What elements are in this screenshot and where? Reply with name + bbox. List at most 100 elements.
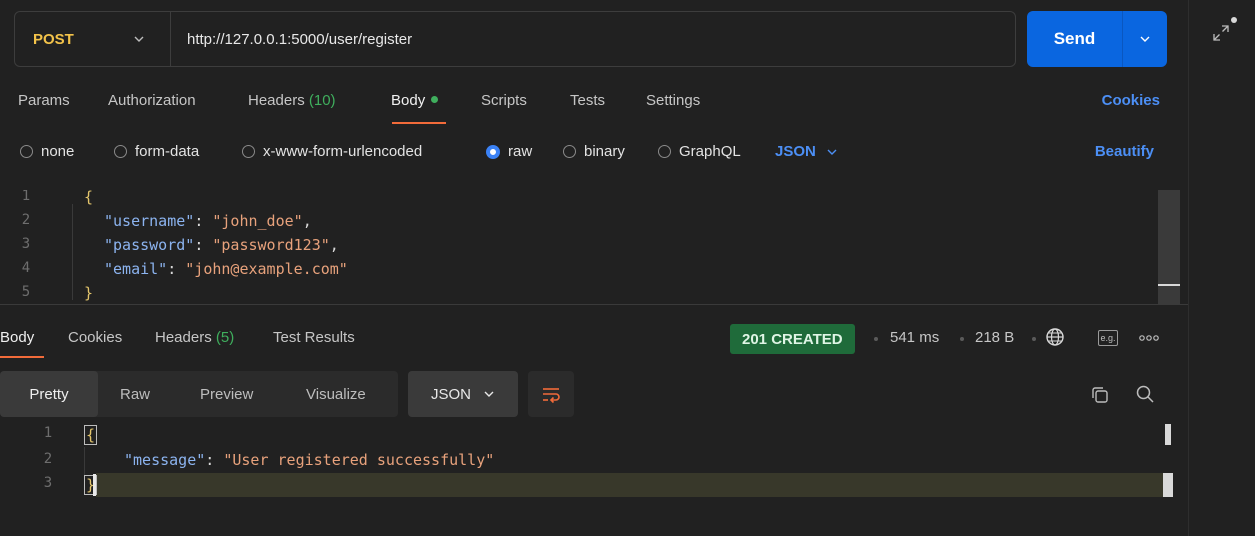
url-bar: POST <box>14 11 1016 67</box>
code-line: 1 { <box>0 423 1158 447</box>
request-body-editor[interactable]: 1 { 2 "username": "john_doe", 3 "passwor… <box>0 190 1188 304</box>
response-tab-test-results[interactable]: Test Results <box>273 329 355 346</box>
tab-tests[interactable]: Tests <box>570 92 605 109</box>
separator-dot <box>1032 337 1036 341</box>
code-line: 1 { <box>0 190 1158 210</box>
view-mode-group: Pretty Raw Preview Visualize <box>0 371 398 417</box>
tab-settings[interactable]: Settings <box>646 92 700 109</box>
pane-divider[interactable] <box>0 304 1188 305</box>
radio-raw[interactable]: raw <box>486 143 532 160</box>
notification-dot <box>1231 17 1237 23</box>
request-pane: POST Send Params Authorization Headers (… <box>0 0 1188 536</box>
status-badge[interactable]: 201 CREATED <box>730 324 855 354</box>
radio-circle <box>20 145 33 158</box>
method-label: POST <box>33 30 74 48</box>
separator-dot <box>960 337 964 341</box>
radio-circle <box>563 145 576 158</box>
response-size[interactable]: 218 B <box>975 329 1014 346</box>
response-tab-cookies[interactable]: Cookies <box>68 329 122 346</box>
send-button[interactable]: Send <box>1027 11 1123 67</box>
globe-icon[interactable] <box>1045 327 1065 347</box>
right-sidebar <box>1188 0 1255 536</box>
more-options-icon[interactable] <box>1138 332 1160 344</box>
json-value: "john@example.com" <box>185 260 348 278</box>
chevron-down-icon <box>134 36 144 42</box>
line-number: 5 <box>21 284 31 300</box>
wrap-lines-icon <box>543 388 560 404</box>
tab-headers[interactable]: Headers (10) <box>248 92 336 109</box>
radio-circle <box>658 145 671 158</box>
copy-icon[interactable] <box>1090 385 1110 405</box>
expand-icon[interactable] <box>1212 24 1230 42</box>
response-toolbar: Pretty Raw Preview Visualize JSON <box>0 371 1188 417</box>
radio-none[interactable]: none <box>20 143 74 160</box>
line-number: 2 <box>43 451 53 467</box>
json-key: "username" <box>104 212 195 230</box>
cookies-link[interactable]: Cookies <box>1102 92 1160 109</box>
code-line: 2 "username": "john_doe", <box>0 210 1158 234</box>
radio-circle <box>242 145 255 158</box>
chevron-down-icon <box>1140 36 1150 42</box>
body-language-label: JSON <box>775 143 816 160</box>
view-preview-button[interactable]: Preview <box>200 371 253 417</box>
tab-authorization[interactable]: Authorization <box>108 92 196 109</box>
line-number: 2 <box>21 212 31 228</box>
send-button-group: Send <box>1027 11 1167 67</box>
response-tab-headers[interactable]: Headers (5) <box>155 329 234 346</box>
send-options-button[interactable] <box>1123 11 1167 67</box>
response-language-label: JSON <box>430 385 471 403</box>
editor-scrollbar[interactable] <box>1158 190 1180 304</box>
line-number: 3 <box>43 475 53 491</box>
headers-count: (10) <box>308 92 336 109</box>
view-raw-button[interactable]: Raw <box>120 371 150 417</box>
view-visualize-button[interactable]: Visualize <box>306 371 366 417</box>
search-icon[interactable] <box>1135 384 1155 404</box>
code-text: "email": "john@example.com" <box>104 260 348 278</box>
url-input[interactable] <box>171 12 1015 66</box>
save-example-icon[interactable]: e.g. <box>1098 330 1118 346</box>
line-number: 4 <box>21 260 31 276</box>
tab-params[interactable]: Params <box>18 92 70 109</box>
code-text: "message": "User registered successfully… <box>124 451 495 469</box>
headers-count: (5) <box>215 329 235 346</box>
radio-graphql[interactable]: GraphQL <box>658 143 741 160</box>
response-tabs: Body Cookies Headers (5) Test Results 20… <box>0 322 1188 362</box>
code-brace: { <box>84 425 98 445</box>
radio-urlencoded[interactable]: x-www-form-urlencoded <box>242 143 422 160</box>
radio-form-data-label: form-data <box>135 143 200 160</box>
response-body-viewer[interactable]: 1 { 2 "message": "User registered succes… <box>0 423 1188 503</box>
text-cursor <box>93 474 96 496</box>
view-pretty-button[interactable]: Pretty <box>0 371 98 417</box>
code-line: 3 } <box>0 473 1158 497</box>
response-time[interactable]: 541 ms <box>890 329 939 346</box>
chevron-down-icon <box>484 391 494 397</box>
radio-raw-label: raw <box>508 143 533 160</box>
scrollbar-thumb[interactable] <box>1165 424 1171 445</box>
json-value: "password123" <box>212 236 330 254</box>
beautify-button[interactable]: Beautify <box>1095 143 1154 160</box>
response-tab-body[interactable]: Body <box>0 329 34 346</box>
line-number: 1 <box>43 425 53 441</box>
code-line: 5 } <box>0 282 1158 304</box>
response-tab-headers-label: Headers <box>155 329 212 346</box>
body-modified-dot <box>431 96 439 103</box>
chevron-down-icon <box>827 149 837 155</box>
radio-circle <box>114 145 127 158</box>
request-tabs: Params Authorization Headers (10) Body S… <box>0 88 1188 128</box>
response-language-select[interactable]: JSON <box>408 371 518 417</box>
radio-none-label: none <box>41 143 75 160</box>
json-key: "email" <box>104 260 168 278</box>
json-comma: , <box>302 212 312 230</box>
tab-body[interactable]: Body <box>391 92 439 109</box>
code-brace: { <box>84 190 94 206</box>
radio-binary[interactable]: binary <box>563 143 625 160</box>
radio-binary-label: binary <box>584 143 625 160</box>
line-number: 1 <box>21 190 31 204</box>
wrap-lines-button[interactable] <box>528 371 574 417</box>
json-value: "User registered successfully" <box>223 451 495 469</box>
method-select[interactable]: POST <box>15 12 171 66</box>
radio-form-data[interactable]: form-data <box>114 143 199 160</box>
body-language-select[interactable]: JSON <box>775 143 838 160</box>
code-brace: } <box>84 284 94 302</box>
tab-scripts[interactable]: Scripts <box>481 92 527 109</box>
